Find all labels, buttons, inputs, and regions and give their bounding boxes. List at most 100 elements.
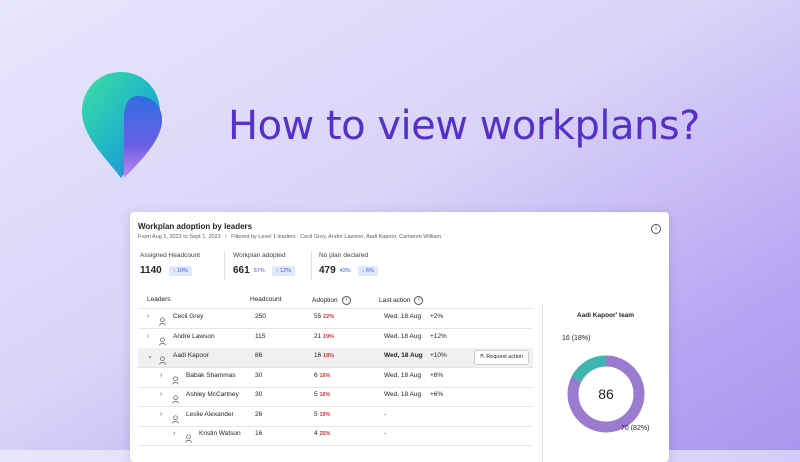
info-icon[interactable]: i xyxy=(414,296,424,305)
headcount-value: 30 xyxy=(255,371,263,379)
person-icon xyxy=(159,352,166,365)
last-action-date: Wed, 18 Aug xyxy=(384,371,422,379)
chevron-right-icon[interactable]: › xyxy=(160,372,162,379)
last-action-delta: +6% xyxy=(430,391,444,398)
table-row[interactable]: › Ashley McCartney 30 5 16% Wed, 18 Aug +6% xyxy=(138,387,533,406)
adoption-value: 5 19% xyxy=(314,410,331,418)
person-icon xyxy=(159,333,166,346)
headcount-value: 26 xyxy=(255,410,263,418)
leader-name: Ashley McCartney xyxy=(186,391,239,398)
adoption-pct: 16% xyxy=(319,372,331,379)
table-row[interactable]: › Babak Shammas 30 6 16% Wed, 18 Aug +8% xyxy=(138,368,533,387)
chevron-right-icon[interactable]: › xyxy=(173,430,175,437)
stat-value: 479 xyxy=(319,265,336,276)
stat-workplan-adopted: Workplan adopted 661 57% ↑ 12% xyxy=(233,252,295,276)
table-row[interactable]: › Andre Lawson 115 21 19% Wed, 18 Aug +12% xyxy=(138,329,533,348)
last-action-date: Wed, 18 Aug xyxy=(384,313,422,320)
person-icon xyxy=(159,313,166,326)
last-action-date: - xyxy=(384,430,387,437)
trend-chip: ↑ 10% xyxy=(168,265,192,276)
headcount-value: 86 xyxy=(255,352,263,359)
chevron-right-icon[interactable]: › xyxy=(147,313,149,320)
chevron-right-icon[interactable]: › xyxy=(147,333,149,340)
row-divider xyxy=(138,445,533,446)
adoption-value: 4 25% xyxy=(314,430,331,437)
last-action-date: Wed, 18 Aug xyxy=(384,352,423,359)
donut-adopted-label: 16 (18%) xyxy=(562,335,591,342)
stat-value: 661 xyxy=(233,265,250,276)
table-row[interactable]: › Kristin Watson 16 4 25% - xyxy=(138,426,533,445)
date-range: From Aug 1, 2023 to Sept 1, 2023 xyxy=(138,234,221,240)
stat-pct: 57% xyxy=(253,267,265,274)
leader-name: Leslie Alexander xyxy=(186,410,234,418)
stat-pct: 43% xyxy=(339,267,351,274)
trend-chip: ↑ 12% xyxy=(271,265,295,276)
stat-no-plan: No plan declared 479 43% ↓ 6% xyxy=(319,252,378,276)
last-action-date: - xyxy=(384,410,387,418)
adoption-pct: 22% xyxy=(323,314,335,320)
last-action-delta: +2% xyxy=(430,313,444,320)
arrow-up-icon: ↑ xyxy=(172,267,176,274)
adoption-value: 21 19% xyxy=(314,332,335,340)
adoption-value: 55 22% xyxy=(314,313,335,320)
map-pin-logo-icon xyxy=(82,72,162,178)
headcount-value: 16 xyxy=(255,430,263,437)
stat-assigned-headcount: Assigned Headcount 1140 ↑ 10% xyxy=(140,252,200,276)
adoption-pct: 25% xyxy=(319,431,331,437)
last-action-delta: +8% xyxy=(430,371,444,379)
divider xyxy=(311,252,312,280)
person-icon xyxy=(172,372,179,385)
arrow-down-icon: ↓ xyxy=(361,267,365,274)
last-action-date: Wed, 18 Aug xyxy=(384,332,422,340)
info-icon[interactable]: i xyxy=(341,296,351,305)
last-action-delta: +10% xyxy=(430,352,447,359)
column-header-adoption[interactable]: Adoption i xyxy=(312,296,351,305)
column-header-headcount[interactable]: Headcount xyxy=(250,296,281,303)
leader-name: Cecil Grey xyxy=(173,313,204,320)
leader-name: Aadi Kapoor xyxy=(173,352,209,359)
person-icon xyxy=(172,391,179,404)
team-donut-chart: 86 xyxy=(567,355,645,433)
chevron-right-icon[interactable]: › xyxy=(160,411,162,418)
adoption-value: 16 18% xyxy=(314,352,335,359)
divider xyxy=(542,304,543,462)
donut-not-adopted-label: 70 (82%) xyxy=(621,425,650,432)
chevron-down-icon[interactable]: ⌄ xyxy=(147,352,153,360)
arrow-up-icon: ↑ xyxy=(275,267,279,274)
adoption-value: 6 16% xyxy=(314,371,331,379)
filter-text: Filtered by Level 1 leaders : Cecil Grey… xyxy=(231,234,441,240)
headcount-value: 250 xyxy=(255,313,266,320)
table-row[interactable]: ⌄ Aadi Kapoor 86 16 18% Wed, 18 Aug +10% ⇱ Req… xyxy=(138,348,533,367)
trend-chip: ↓ 6% xyxy=(357,265,378,276)
headcount-value: 115 xyxy=(255,332,266,340)
last-action-delta: +12% xyxy=(430,332,447,340)
team-panel-title: Aadi Kapoor' team xyxy=(576,312,635,319)
leader-name: Kristin Watson xyxy=(199,430,241,437)
headcount-value: 30 xyxy=(255,391,263,398)
person-icon xyxy=(172,411,179,424)
column-header-last-action[interactable]: Last action i xyxy=(379,296,424,305)
table-row[interactable]: › Leslie Alexander 26 5 19% - xyxy=(138,407,533,426)
stat-value: 1140 xyxy=(140,265,162,276)
workplan-adoption-card: Workplan adoption by leaders From Aug 1,… xyxy=(130,212,669,462)
page-headline: How to view workplans? xyxy=(228,103,700,149)
person-icon xyxy=(185,430,192,443)
leader-name: Babak Shammas xyxy=(186,371,236,379)
adoption-pct: 16% xyxy=(319,392,331,398)
adoption-pct: 18% xyxy=(323,353,335,359)
table-row[interactable]: › Cecil Grey 250 55 22% Wed, 18 Aug +2% xyxy=(138,309,533,328)
adoption-pct: 19% xyxy=(323,333,335,340)
last-action-date: Wed, 18 Aug xyxy=(384,391,422,398)
request-action-button[interactable]: ⇱ Request action xyxy=(474,350,529,365)
donut-center-value: 86 xyxy=(598,386,614,402)
adoption-pct: 19% xyxy=(319,411,331,418)
card-title: Workplan adoption by leaders xyxy=(138,222,253,231)
cursor-icon: ⇱ xyxy=(480,354,485,360)
card-subtitle: From Aug 1, 2023 to Sept 1, 2023 | Filte… xyxy=(138,234,441,240)
chevron-right-icon[interactable]: › xyxy=(160,391,162,398)
column-header-leaders[interactable]: Leaders xyxy=(147,296,171,303)
divider xyxy=(224,252,225,280)
info-icon[interactable]: i xyxy=(651,224,661,234)
leader-name: Andre Lawson xyxy=(173,332,215,340)
adoption-value: 5 16% xyxy=(314,391,331,398)
